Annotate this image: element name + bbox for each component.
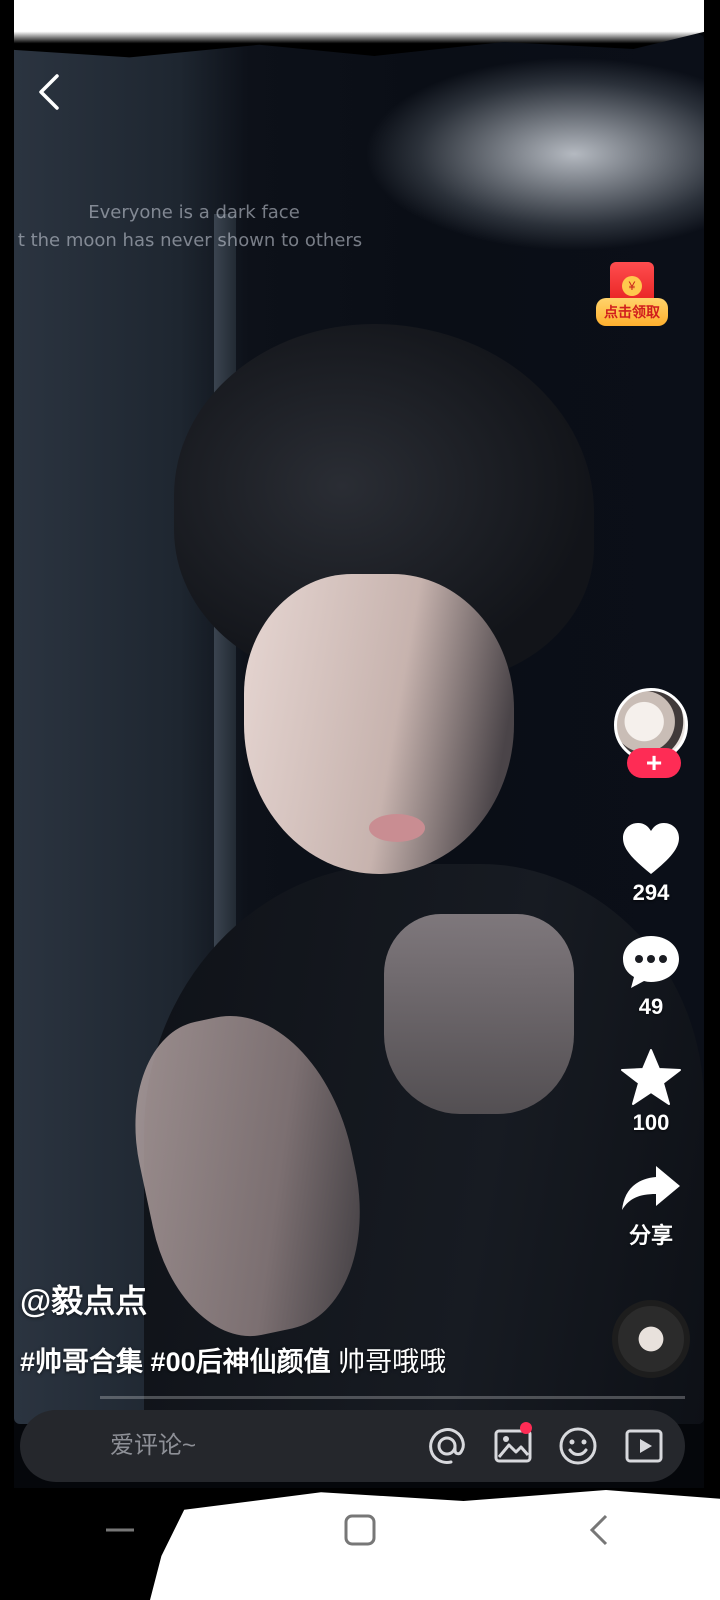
share-button[interactable]: 分享 (620, 1164, 682, 1250)
author-avatar-group: + (611, 688, 691, 788)
hashtag-2[interactable]: #00后神仙颜值 (151, 1347, 331, 1377)
system-back-icon[interactable] (580, 1510, 620, 1550)
caption-text: 帅哥哦哦 (338, 1347, 447, 1377)
red-packet-promo[interactable]: ¥ 点击领取 (596, 262, 668, 328)
follow-button[interactable]: + (627, 748, 681, 778)
music-disc[interactable] (612, 1300, 690, 1378)
video-player[interactable]: Everyone is a dark face t the moon has n… (14, 34, 704, 1424)
video-overlay-text-1: Everyone is a dark face (88, 202, 300, 223)
share-label: 分享 (628, 1223, 673, 1248)
chat-bubble-icon (623, 936, 679, 988)
video-reply-button[interactable] (619, 1418, 669, 1474)
brush-frame-left (0, 0, 14, 1600)
menu-lines-icon[interactable] (100, 1515, 140, 1545)
home-square-icon[interactable] (340, 1510, 380, 1550)
coin-icon: ¥ (622, 276, 642, 296)
video-overlay-text-2: t the moon has never shown to others (17, 230, 363, 251)
emoji-button[interactable] (554, 1418, 604, 1474)
hashtag-1[interactable]: #帅哥合集 (20, 1347, 143, 1377)
comment-count: 49 (638, 994, 664, 1019)
comment-button[interactable]: 49 (621, 934, 681, 1020)
claim-button[interactable]: 点击领取 (596, 298, 668, 326)
video-progress-bar[interactable] (100, 1396, 685, 1399)
image-button[interactable] (488, 1418, 538, 1474)
like-button[interactable]: 294 (621, 822, 681, 906)
comment-input[interactable] (20, 1431, 422, 1461)
like-count: 294 (632, 880, 670, 905)
person-lips (369, 814, 425, 842)
emoji-icon (559, 1427, 597, 1465)
at-icon (428, 1428, 465, 1464)
chevron-left-icon (39, 74, 59, 110)
brush-frame-right (704, 0, 720, 1600)
favorite-button[interactable]: 100 (620, 1048, 682, 1136)
author-handle[interactable]: @毅点点 (20, 1276, 147, 1322)
image-badge-dot (519, 1422, 532, 1434)
favorite-count: 100 (632, 1110, 670, 1135)
star-icon (621, 1049, 681, 1105)
heart-icon (623, 823, 679, 874)
share-arrow-icon (622, 1166, 680, 1210)
back-button[interactable] (32, 70, 66, 114)
action-rail: + 294 49 100 分享 (608, 688, 694, 1250)
mention-button[interactable] (422, 1418, 472, 1474)
video-description: #帅哥合集 #00后神仙颜值 帅哥哦哦 (20, 1340, 446, 1379)
person-chest (384, 914, 574, 1114)
comment-bar (20, 1410, 685, 1482)
video-icon (625, 1429, 663, 1463)
system-nav-bar (0, 1500, 720, 1560)
